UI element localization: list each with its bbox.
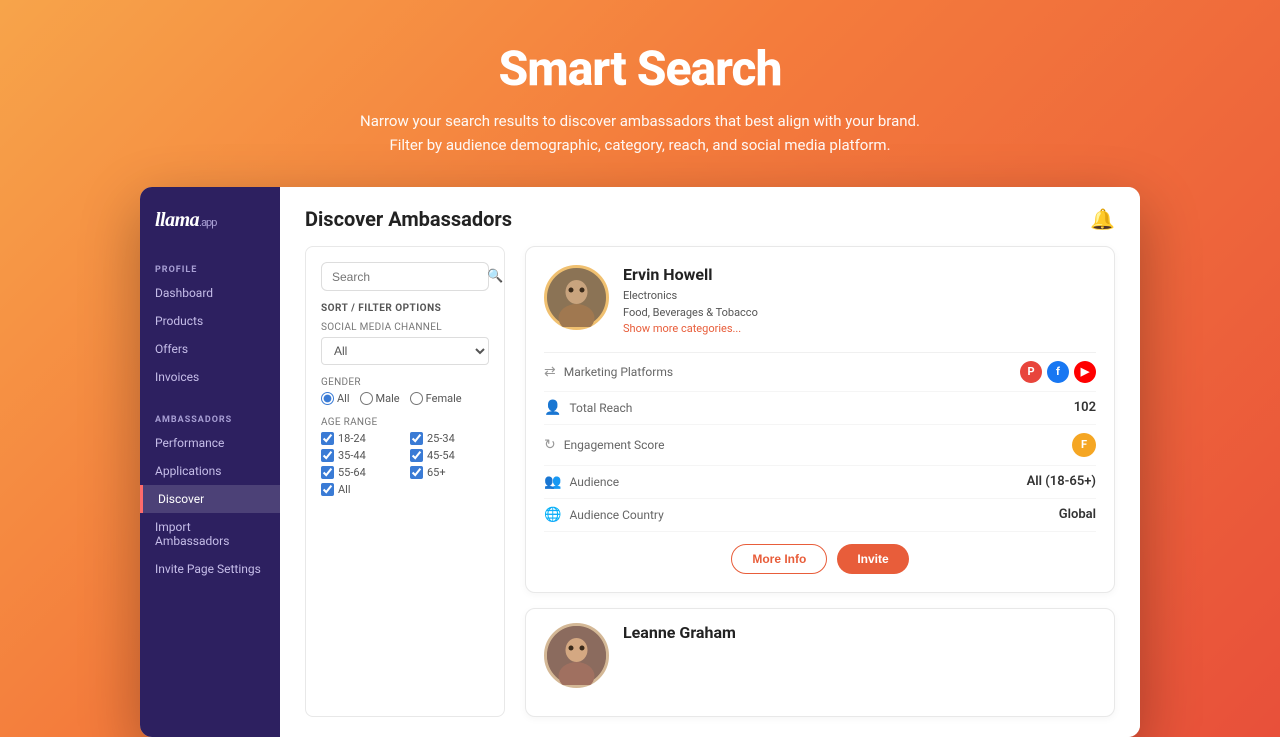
age-label: AGE RANGE	[321, 417, 489, 428]
more-info-button-ervin[interactable]: More Info	[731, 544, 827, 574]
card-actions-ervin: More Info Invite	[544, 544, 1096, 574]
badge-pinterest: P	[1020, 361, 1042, 383]
ambassador-info-leanne: Leanne Graham	[623, 623, 736, 646]
sidebar-item-dashboard[interactable]: Dashboard	[140, 279, 280, 307]
sidebar-item-discover[interactable]: Discover	[140, 485, 280, 513]
age-all[interactable]: All	[321, 483, 489, 496]
card-header-ervin: Ervin Howell Electronics Food, Beverages…	[544, 265, 1096, 338]
avatar-image-ervin	[547, 268, 606, 327]
social-media-label: SOCIAL MEDIA CHANNEL	[321, 322, 489, 333]
filter-section-title: SORT / FILTER OPTIONS	[321, 303, 489, 314]
show-more-ervin[interactable]: Show more categories...	[623, 321, 758, 338]
results-panel: Ervin Howell Electronics Food, Beverages…	[525, 246, 1115, 717]
age-65plus[interactable]: 65+	[410, 466, 489, 479]
ambassador-cat-ervin: Electronics Food, Beverages & Tobacco Sh…	[623, 288, 758, 338]
reach-icon: 👤	[544, 400, 561, 416]
search-input[interactable]	[332, 270, 487, 284]
ambassador-info-ervin: Ervin Howell Electronics Food, Beverages…	[623, 265, 758, 338]
gender-all[interactable]: All	[321, 392, 350, 405]
sidebar-item-import[interactable]: Import Ambassadors	[140, 513, 280, 555]
stat-platforms: ⇄ Marketing Platforms P f ▶	[544, 353, 1096, 392]
invite-button-ervin[interactable]: Invite	[837, 544, 908, 574]
card-stats-ervin: ⇄ Marketing Platforms P f ▶ 👤	[544, 352, 1096, 532]
ambassador-name-ervin: Ervin Howell	[623, 265, 758, 284]
app-window: llama.app PROFILE Dashboard Products Off…	[140, 187, 1140, 737]
sidebar-section-profile: PROFILE	[140, 257, 280, 279]
filter-panel: 🔍 SORT / FILTER OPTIONS SOCIAL MEDIA CHA…	[305, 246, 505, 717]
gender-male[interactable]: Male	[360, 392, 400, 405]
age-55-64[interactable]: 55-64	[321, 466, 400, 479]
search-icon: 🔍	[487, 269, 503, 284]
badge-facebook: f	[1047, 361, 1069, 383]
age-25-34[interactable]: 25-34	[410, 432, 489, 445]
top-bar: Discover Ambassadors 🔔	[305, 207, 1115, 231]
sidebar-item-applications[interactable]: Applications	[140, 457, 280, 485]
sidebar-section-ambassadors: AMBASSADORS	[140, 407, 280, 429]
stat-label-platforms: ⇄ Marketing Platforms	[544, 364, 673, 380]
gender-options: All Male Female	[321, 392, 489, 405]
stat-engagement: ↻ Engagement Score F	[544, 425, 1096, 466]
sidebar-item-invoices[interactable]: Invoices	[140, 363, 280, 391]
avatar-leanne	[544, 623, 609, 688]
bell-icon[interactable]: 🔔	[1090, 207, 1115, 231]
sidebar-item-offers[interactable]: Offers	[140, 335, 280, 363]
age-35-44[interactable]: 35-44	[321, 449, 400, 462]
sidebar: llama.app PROFILE Dashboard Products Off…	[140, 187, 280, 737]
ambassador-card-ervin: Ervin Howell Electronics Food, Beverages…	[525, 246, 1115, 593]
content-area: 🔍 SORT / FILTER OPTIONS SOCIAL MEDIA CHA…	[305, 246, 1115, 717]
hero-description: Narrow your search results to discover a…	[360, 109, 920, 157]
country-icon: 🌐	[544, 507, 561, 523]
gender-female[interactable]: Female	[410, 392, 462, 405]
stat-audience: 👥 Audience All (18-65+)	[544, 466, 1096, 499]
engagement-badge: F	[1072, 433, 1096, 457]
audience-icon: 👥	[544, 474, 561, 490]
avatar-image-leanne	[547, 626, 606, 685]
reach-value: 102	[1074, 400, 1096, 415]
sidebar-item-products[interactable]: Products	[140, 307, 280, 335]
age-range-grid: 18-24 25-34 35-44 45-54 55-64	[321, 432, 489, 479]
audience-value: All (18-65+)	[1027, 474, 1096, 489]
badge-youtube: ▶	[1074, 361, 1096, 383]
page-title: Discover Ambassadors	[305, 207, 512, 231]
age-45-54[interactable]: 45-54	[410, 449, 489, 462]
main-content: Discover Ambassadors 🔔 🔍 SORT / FILTER O…	[280, 187, 1140, 737]
social-media-select[interactable]: All Instagram Facebook YouTube TikTok	[321, 337, 489, 365]
share-icon: ⇄	[544, 364, 556, 380]
ambassador-name-leanne: Leanne Graham	[623, 623, 736, 642]
search-box[interactable]: 🔍	[321, 262, 489, 291]
platform-badges: P f ▶	[1020, 361, 1096, 383]
age-18-24[interactable]: 18-24	[321, 432, 400, 445]
stat-reach: 👤 Total Reach 102	[544, 392, 1096, 425]
card-header-leanne: Leanne Graham	[544, 623, 1096, 688]
country-value: Global	[1059, 507, 1096, 522]
engagement-icon: ↻	[544, 437, 556, 453]
sidebar-item-performance[interactable]: Performance	[140, 429, 280, 457]
logo: llama.app	[140, 207, 280, 257]
hero-title: Smart Search	[360, 40, 920, 97]
avatar-ervin	[544, 265, 609, 330]
stat-country: 🌐 Audience Country Global	[544, 499, 1096, 532]
hero-section: Smart Search Narrow your search results …	[340, 0, 940, 187]
sidebar-item-invite-settings[interactable]: Invite Page Settings	[140, 555, 280, 583]
ambassador-card-leanne: Leanne Graham	[525, 608, 1115, 717]
gender-label: GENDER	[321, 377, 489, 388]
